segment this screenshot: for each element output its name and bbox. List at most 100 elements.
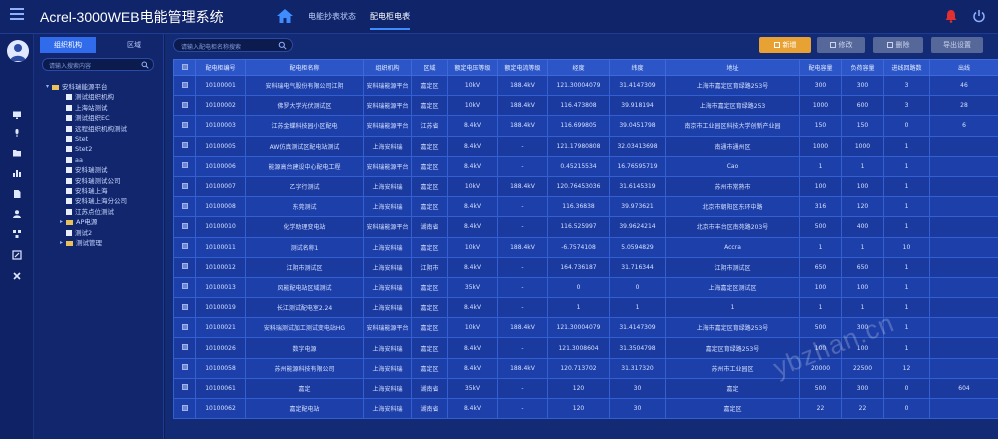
tree-item[interactable]: Stet	[60, 134, 88, 144]
tree-item[interactable]: ▾ 安科瑞能源平台	[46, 82, 108, 92]
table-cell: 10100002	[195, 95, 246, 117]
row-checkbox[interactable]	[173, 95, 196, 117]
menu-icon[interactable]	[10, 8, 24, 22]
row-checkbox[interactable]	[173, 337, 196, 359]
row-checkbox[interactable]	[173, 155, 196, 177]
table-cell: -	[497, 377, 548, 400]
tree-item[interactable]: ▸ 测试管理	[60, 238, 102, 248]
table-cell: 300	[841, 377, 884, 400]
row-checkbox[interactable]	[173, 377, 196, 400]
select-all-checkbox[interactable]	[173, 59, 196, 76]
row-checkbox[interactable]	[173, 115, 196, 137]
row-checkbox[interactable]	[173, 317, 196, 339]
network-icon[interactable]	[12, 229, 22, 239]
column-header[interactable]: 出线	[929, 59, 998, 76]
tree-item[interactable]: ▸ AP电源	[60, 217, 97, 227]
tree-search-input[interactable]: 请输入搜索内容	[42, 58, 154, 71]
column-header[interactable]: 组织机构	[363, 59, 412, 76]
tab-meter-reading[interactable]: 电能抄表状态	[308, 11, 356, 22]
tree-item[interactable]: 江苏点位测试	[60, 207, 114, 217]
table-cell: 上海安科瑞	[363, 377, 412, 400]
close-tab-icon[interactable]: ×	[405, 10, 413, 18]
row-checkbox[interactable]	[173, 256, 196, 278]
row-checkbox[interactable]	[173, 297, 196, 319]
power-icon[interactable]	[972, 9, 986, 23]
column-header[interactable]: 额定电流等级	[497, 59, 548, 76]
monitor-icon[interactable]	[12, 110, 22, 120]
row-checkbox[interactable]	[173, 74, 196, 97]
table-row[interactable]: 10100005 AW仿真测试区配电站测试 上海安科瑞 嘉定区 8.4kV -121.17…	[173, 135, 998, 157]
edit-icon[interactable]	[12, 250, 22, 260]
table-row[interactable]: 10100026 数字电源 上海安科瑞 嘉定区 8.4kV -121.3008604 31.…	[173, 337, 998, 359]
table-row[interactable]: 10100058 苏州能源科技有限公司 上海安科瑞 嘉定区 8.4kV 188.4kV 12…	[173, 357, 998, 379]
add-button[interactable]: 新增	[759, 37, 811, 53]
table-row[interactable]: 10100011 测试名称1 上海安科瑞 嘉定区 10kV 188.4kV -6.75741…	[173, 236, 998, 258]
table-row[interactable]: 10100001 安科瑞电气股份有限公司江阴 安科瑞能源平台 嘉定区 10kV 188.4…	[173, 74, 998, 97]
microphone-icon[interactable]	[12, 128, 22, 138]
column-header[interactable]: 地址	[665, 59, 800, 76]
table-row[interactable]: 10100012 江阴市测试区 上海安科瑞 江阴市 8.4kV -164.736187 31…	[173, 256, 998, 278]
notification-icon[interactable]	[944, 9, 958, 23]
table-row[interactable]: 10100013 风能配电站区域测试 上海安科瑞 嘉定区 35kV -0 0 上海嘉定区测试区…	[173, 276, 998, 299]
table-cell	[929, 216, 998, 238]
row-checkbox[interactable]	[173, 276, 196, 299]
folder-icon[interactable]	[12, 148, 22, 158]
table-cell	[929, 397, 998, 420]
tree-item[interactable]: 测试组织机构	[60, 92, 114, 102]
tree-item[interactable]: 测试2	[60, 228, 92, 238]
tree-tab-organization[interactable]: 组织机构	[40, 37, 96, 53]
export-settings-button[interactable]: 导出设置	[931, 37, 983, 53]
table-row[interactable]: 10100019 长江测试配电室2.24 上海安科瑞 嘉定区 8.4kV -1 1 1 1 1 1	[173, 297, 998, 319]
tree-item[interactable]: 远程组织机构测试	[60, 124, 127, 134]
table-row[interactable]: 10100021 安科瑞测试加工测试变电站HG 安科瑞能源平台 嘉定区 10kV 188.…	[173, 317, 998, 339]
document-icon[interactable]	[12, 189, 22, 199]
tool-icon[interactable]	[12, 271, 22, 281]
table-row[interactable]: 10100008 东莞测试 上海安科瑞 嘉定区 8.4kV -116.36838 39.97…	[173, 196, 998, 218]
row-checkbox[interactable]	[173, 216, 196, 238]
table-cell: 35kV	[447, 276, 498, 299]
table-row[interactable]: 10100007 乙字行测试 上海安科瑞 嘉定区 10kV 188.4kV 120.7645…	[173, 175, 998, 198]
tree-item[interactable]: 上海站测试	[60, 103, 108, 113]
tab-switchgear-meter[interactable]: 配电柜电表	[370, 11, 410, 30]
column-header[interactable]: 配电容量	[799, 59, 842, 76]
column-header[interactable]: 经度	[547, 59, 610, 76]
tree-item[interactable]: 测试组织EC	[60, 113, 110, 123]
column-header[interactable]: 配电柜名称	[245, 59, 364, 76]
tree-item[interactable]: 安科瑞测试	[60, 165, 108, 175]
chart-icon[interactable]	[12, 168, 22, 178]
table-row[interactable]: 10100003 江苏金蝶科技园小区配电 安科瑞能源平台 江苏省 8.4kV 188.4k…	[173, 115, 998, 137]
table-row[interactable]: 10100062 嘉定配电站 上海安科瑞 湖南省 8.4kV -120 30 嘉定区 22 22 0	[173, 397, 998, 420]
column-header[interactable]: 配电柜编号	[195, 59, 246, 76]
search-icon[interactable]	[141, 61, 149, 69]
tree-item[interactable]: Stet2	[60, 144, 92, 154]
tree-tab-region[interactable]: 区域	[114, 37, 154, 53]
table-row[interactable]: 10100006 能源高台建设中心配电工程 安科瑞能源平台 嘉定区 8.4kV -0.45…	[173, 155, 998, 177]
tree-item[interactable]: 安科瑞上海	[60, 186, 108, 196]
tree-item[interactable]: 安科瑞上海分公司	[60, 196, 127, 206]
table-row[interactable]: 10100002 佛罗大学光伏测试区 安科瑞能源平台 嘉定区 10kV 188.4kV 11…	[173, 95, 998, 117]
table-row[interactable]: 10100010 化学助理变电站 安科瑞能源平台 湖南省 8.4kV -116.52599…	[173, 216, 998, 238]
row-checkbox[interactable]	[173, 236, 196, 258]
switchgear-search-input[interactable]: 请输入配电柜名称搜索	[173, 38, 293, 52]
avatar[interactable]	[7, 40, 29, 62]
user-icon[interactable]	[12, 209, 22, 219]
search-icon[interactable]	[278, 41, 287, 50]
column-header[interactable]: 纬度	[609, 59, 666, 76]
row-checkbox[interactable]	[173, 397, 196, 420]
tree-item[interactable]: 安科瑞测试公司	[60, 176, 121, 186]
edit-button[interactable]: 修改	[817, 37, 865, 53]
table-cell: 100	[799, 276, 842, 299]
table-row[interactable]: 10100061 嘉定 上海安科瑞 湖南省 35kV -120 30 嘉定 500 300 0 604	[173, 377, 998, 400]
row-checkbox[interactable]	[173, 175, 196, 198]
row-checkbox[interactable]	[173, 135, 196, 157]
column-header[interactable]: 进线回路数	[883, 59, 930, 76]
delete-button[interactable]: 删除	[873, 37, 923, 53]
column-header[interactable]: 负荷容量	[841, 59, 884, 76]
tree-item[interactable]: aa	[60, 155, 83, 165]
row-checkbox[interactable]	[173, 357, 196, 379]
column-header[interactable]: 额定电压等级	[447, 59, 498, 76]
row-checkbox[interactable]	[173, 196, 196, 218]
home-icon[interactable]	[276, 8, 294, 24]
column-header[interactable]: 区域	[411, 59, 448, 76]
table-cell: 上海市嘉定区育绿路253号	[665, 317, 800, 339]
